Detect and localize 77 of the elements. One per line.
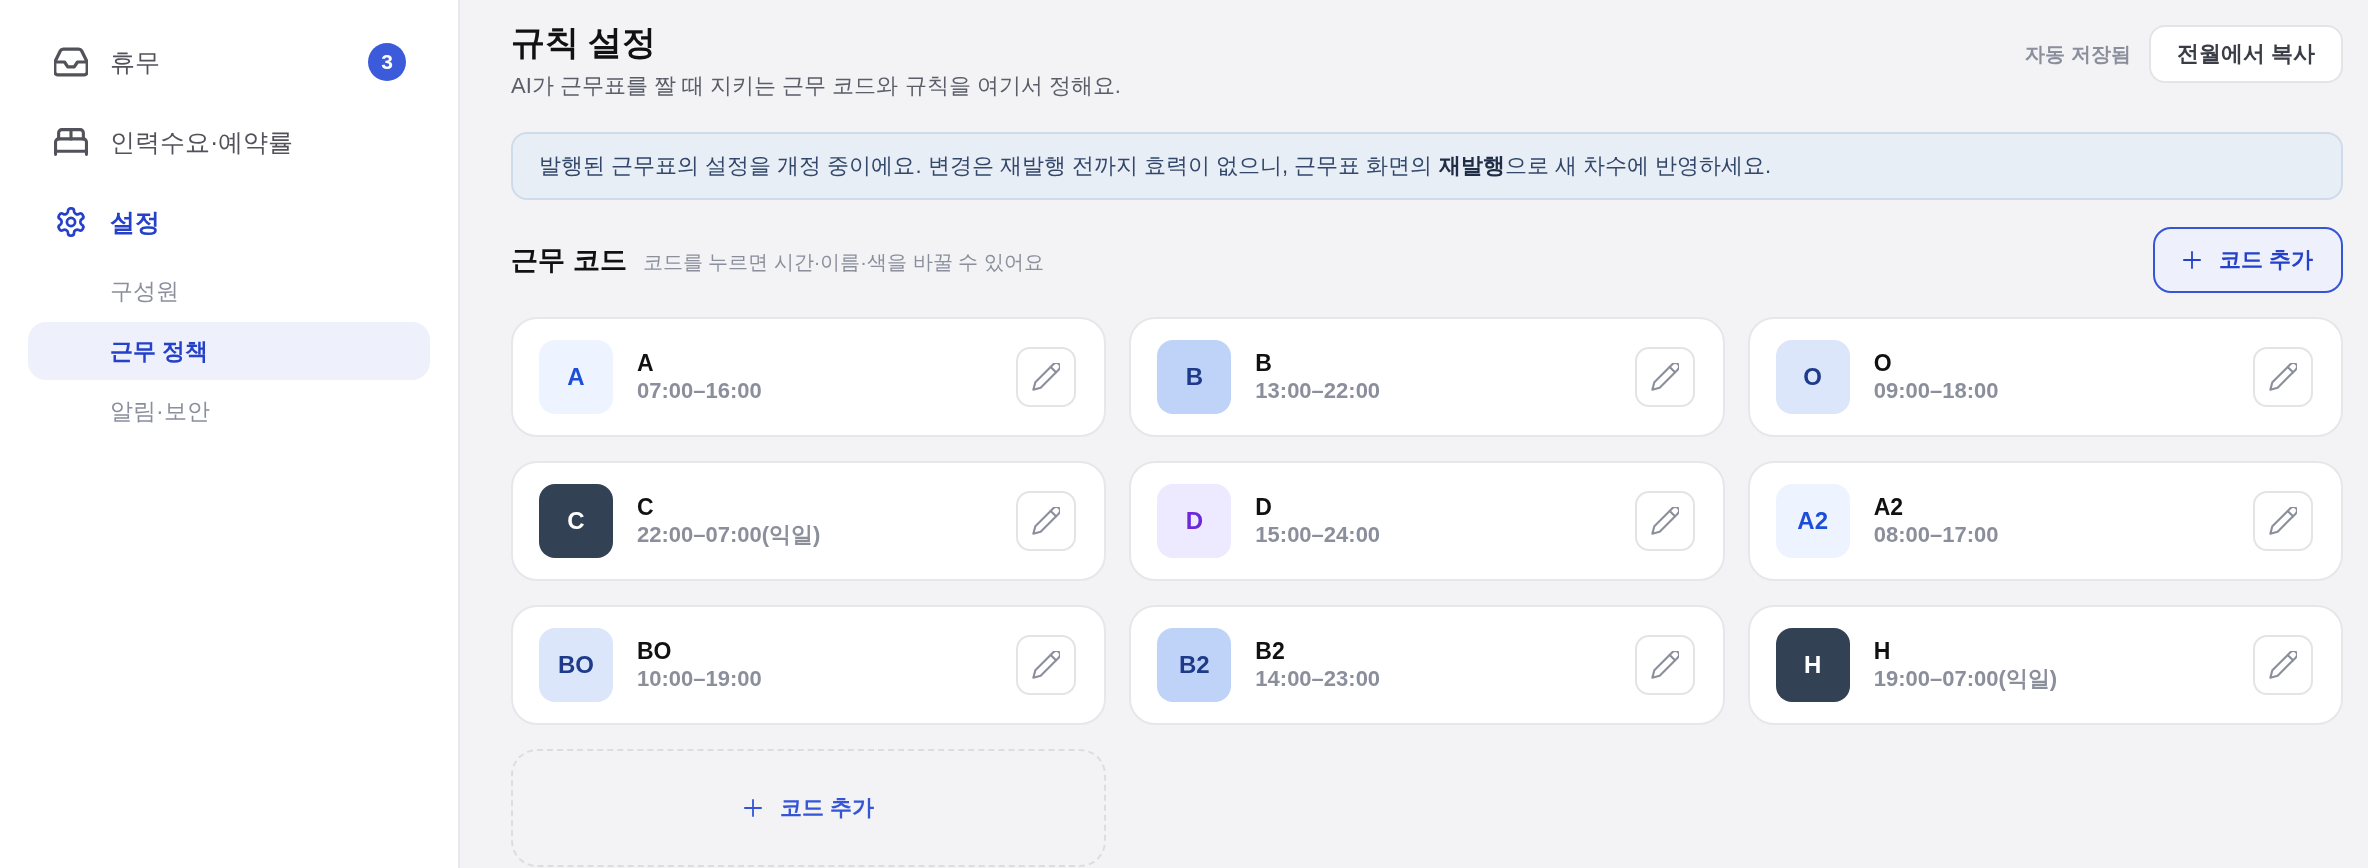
code-card[interactable]: B2 B2 14:00–23:00 [1129,605,1725,725]
pencil-icon [1650,363,1679,391]
badge-label: A [567,365,585,389]
section-hint: 코드를 누르면 시간·이름·색을 바꿀 수 있어요 [642,250,1044,275]
pencil-icon [1032,363,1061,391]
edit-button[interactable] [1016,635,1077,695]
code-time: 10:00–19:00 [637,665,763,693]
add-code-label: 코드 추가 [779,794,874,822]
code-card[interactable]: H H 19:00–07:00(익일) [1747,605,2343,725]
code-card[interactable]: BO BO 10:00–19:00 [511,605,1107,725]
pencil-icon [1650,507,1679,535]
badge-label: BO [558,653,594,677]
count-badge: 3 [368,43,406,81]
edit-button[interactable] [1634,491,1695,551]
code-card[interactable]: B B 13:00–22:00 [1129,317,1725,437]
notice-banner: 발행된 근무표의 설정을 개정 중이에요. 변경은 재발행 전까지 효력이 없으니, 근무표 화면의 재발행으로 새 차수에 반영하세요. [511,132,2343,200]
code-time: 07:00–16:00 [637,377,763,405]
pencil-icon [1032,507,1061,535]
code-name: C [637,493,655,521]
settings-icon [54,207,88,237]
code-time: 22:00–07:00(익일) [637,521,822,549]
code-time: 15:00–24:00 [1255,521,1382,549]
code-name: B [1255,349,1273,377]
sub-nav-item[interactable]: 근무 정책 [28,322,430,380]
bed-icon [54,127,88,157]
page-title: 규칙 설정 [511,22,658,63]
code-card[interactable]: A2 A2 08:00–17:00 [1747,461,2343,581]
code-card[interactable]: C C 22:00–07:00(익일) [511,461,1107,581]
badge-label: C [567,509,585,533]
plus-icon [743,799,762,817]
nav-item[interactable]: 인력수요·예약률 [0,102,458,182]
nav-label: 설정 [110,206,161,238]
nav-item[interactable]: 휴무 3 [0,22,458,102]
save-status: 자동 저장됨 [2025,41,2131,67]
code-name: D [1255,493,1273,521]
badge-label: B2 [1179,653,1210,677]
badge-label: O [1803,365,1822,389]
edit-button[interactable] [1634,635,1695,695]
section-title: 근무 코드 [511,244,627,277]
code-card[interactable]: D D 15:00–24:00 [1129,461,1725,581]
pencil-icon [2269,507,2297,535]
code-time: 13:00–22:00 [1255,377,1382,405]
edit-button[interactable] [1016,491,1077,551]
badge-label: B [1185,365,1203,389]
edit-button[interactable] [1634,347,1695,407]
code-time: 19:00–07:00(익일) [1873,665,2059,693]
badge-label: H [1804,653,1822,677]
add-code-card[interactable]: 코드 추가 [511,749,1107,867]
code-name: A2 [1873,493,1905,521]
pencil-icon [1032,651,1061,679]
code-card[interactable]: A A 07:00–16:00 [511,317,1107,437]
code-card[interactable]: O O 09:00–18:00 [1747,317,2343,437]
code-name: A [637,349,655,377]
code-name: B2 [1255,637,1286,665]
pencil-icon [1650,651,1679,679]
code-name: BO [637,637,673,665]
add-code-button[interactable]: 코드 추가 [2153,227,2343,293]
nav-label: 휴무 [110,46,161,78]
badge-label: D [1185,509,1203,533]
pencil-icon [2269,651,2297,679]
code-time: 08:00–17:00 [1873,521,2000,549]
edit-button[interactable] [1016,347,1077,407]
nav-item[interactable]: 설정 [0,182,458,262]
nav-label: 인력수요·예약률 [110,126,295,158]
edit-button[interactable] [2253,491,2313,551]
edit-button[interactable] [2253,347,2313,407]
plus-icon [2182,251,2201,269]
edit-button[interactable] [2253,635,2313,695]
page-subtitle: AI가 근무표를 짤 때 지키는 근무 코드와 규칙을 여기서 정해요. [511,72,1121,100]
pencil-icon [2269,363,2297,391]
copy-button[interactable]: 전월에서 복사 [2148,25,2343,83]
code-name: O [1873,349,1893,377]
badge-label: A2 [1797,509,1828,533]
inbox-icon [54,47,88,77]
code-time: 14:00–23:00 [1255,665,1382,693]
code-name: H [1873,637,1892,665]
code-time: 09:00–18:00 [1873,377,2000,405]
